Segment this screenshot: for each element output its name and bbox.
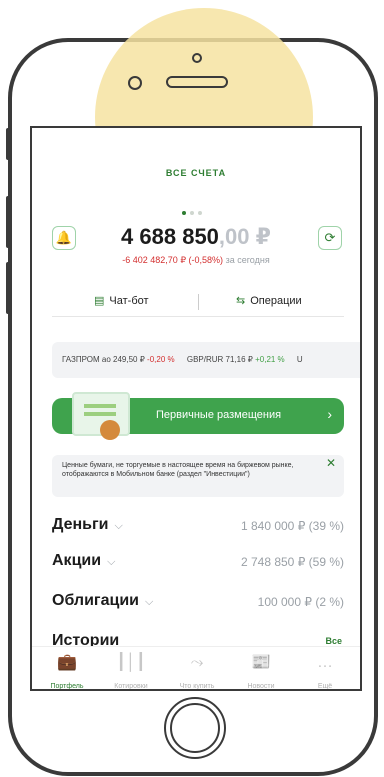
- info-notice: Ценные бумаги, не торгуемые в настоящее …: [52, 455, 344, 497]
- ticker-item[interactable]: U: [297, 355, 303, 364]
- operations-button[interactable]: ⇆ Операции: [236, 294, 302, 307]
- notice-text: Ценные бумаги, не торгуемые в настоящее …: [62, 462, 294, 478]
- home-button[interactable]: [164, 697, 226, 759]
- tab-portfolio[interactable]: 💼 Портфель: [36, 647, 98, 689]
- chevron-down-icon: ⌵: [145, 596, 154, 608]
- tab-quotes[interactable]: ┃│┃ Котировки: [100, 647, 162, 689]
- ticker-item[interactable]: ГАЗПРОМ ао 249,50 ₽ -0,20 %: [62, 355, 175, 364]
- tab-more[interactable]: … Ещё: [294, 647, 356, 689]
- chevron-down-icon: ⌵: [107, 556, 116, 568]
- seal-icon: [100, 420, 120, 440]
- chevron-down-icon: ⌵: [114, 520, 123, 532]
- earpiece-speaker: [166, 76, 228, 88]
- volume-up-button: [6, 196, 11, 248]
- briefcase-icon: 💼: [57, 654, 77, 671]
- chevron-right-icon: ›: [327, 406, 332, 422]
- app-screen: ВСЕ СЧЕТА 🔔 4 688 850,00 ₽ ⟳ -6 402 482,…: [30, 126, 362, 691]
- quote-ticker[interactable]: ГАЗПРОМ ао 249,50 ₽ -0,20 % GBP/RUR 71,1…: [52, 342, 360, 378]
- tab-news[interactable]: 📰 Новости: [230, 647, 292, 689]
- tab-what-to-buy[interactable]: ⤳ Что купить: [166, 647, 228, 689]
- ipo-banner[interactable]: Первичные размещения ›: [52, 392, 344, 440]
- news-icon: 📰: [251, 654, 271, 671]
- bottom-tab-bar: 💼 Портфель ┃│┃ Котировки ⤳ Что купить 📰 …: [32, 646, 360, 689]
- divider: [198, 294, 199, 310]
- chatbot-button[interactable]: ▤ Чат-бот: [94, 294, 149, 307]
- ticker-item[interactable]: GBP/RUR 71,16 ₽ +0,21 %: [187, 355, 285, 364]
- mute-switch: [6, 128, 11, 160]
- candles-icon: ┃│┃: [116, 654, 146, 671]
- portfolio-balance: 4 688 850,00 ₽: [121, 224, 271, 249]
- chat-icon: ▤: [94, 295, 105, 307]
- close-icon[interactable]: ✕: [326, 457, 336, 469]
- proximity-sensor: [128, 76, 142, 90]
- daily-change: -6 402 482,70 ₽ (-0,58%) за сегодня: [122, 255, 270, 265]
- portfolio-row-bonds[interactable]: Облигации ⌵ 100 000 ₽ (2 %): [52, 592, 344, 616]
- account-selector[interactable]: ВСЕ СЧЕТА: [32, 168, 360, 178]
- trend-icon: ⤳: [190, 654, 204, 671]
- page-indicator: [182, 202, 206, 220]
- action-bar: ▤ Чат-бот ⇆ Операции: [52, 286, 344, 317]
- banner-label: Первичные размещения: [156, 409, 282, 421]
- currency-switch-icon[interactable]: ⟳: [318, 226, 342, 250]
- volume-down-button: [6, 262, 11, 314]
- portfolio-row-money[interactable]: Деньги ⌵ 1 840 000 ₽ (39 %): [52, 516, 344, 540]
- more-icon: …: [317, 654, 333, 671]
- swap-arrows-icon: ⇆: [236, 295, 246, 307]
- portfolio-row-stocks[interactable]: Акции ⌵ 2 748 850 ₽ (59 %): [52, 552, 344, 576]
- front-camera: [192, 53, 202, 63]
- stories-all-link[interactable]: Все: [325, 636, 342, 646]
